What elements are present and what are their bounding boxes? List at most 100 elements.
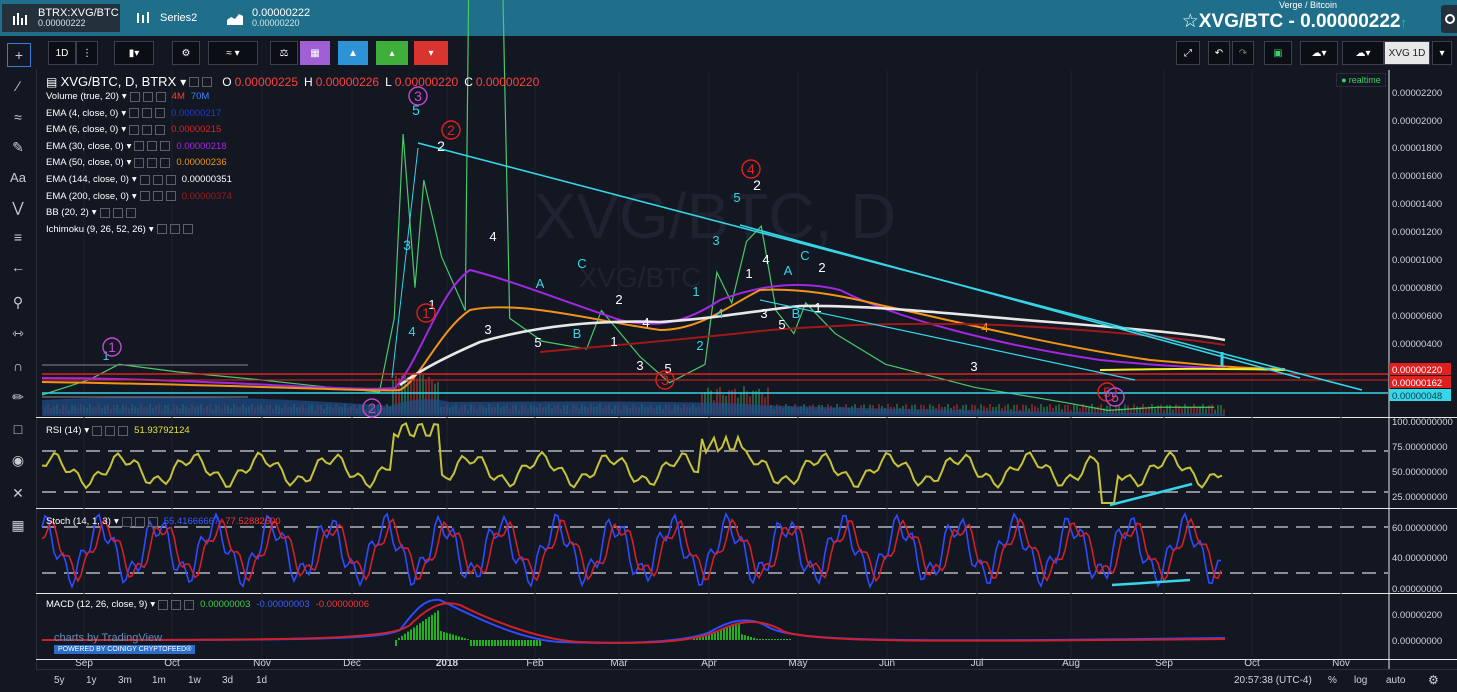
indicator-menu-icon[interactable]: ▾	[132, 174, 137, 185]
indicator-menu-icon[interactable]: ▾	[132, 191, 137, 202]
rsi-eye[interactable]	[92, 425, 103, 436]
indicator-row: EMA (6, close, 0) ▾ 0.00000215	[46, 124, 221, 135]
indicator-settings[interactable]	[112, 207, 123, 218]
auto-toggle[interactable]: auto	[1386, 675, 1405, 686]
stoch-d-value: 77.52882600	[225, 516, 281, 527]
macd-hist-bar	[482, 640, 484, 646]
collapse-icon[interactable]: ▤	[46, 75, 61, 89]
indicator-label: EMA (144, close, 0)	[46, 174, 129, 185]
indicator-close[interactable]	[165, 191, 176, 202]
indicator-menu-icon[interactable]: ▾	[127, 141, 132, 152]
indicator-close[interactable]	[182, 224, 193, 235]
macd-hist-bar	[446, 632, 448, 640]
indicator-close[interactable]	[125, 207, 136, 218]
indicator-close[interactable]	[160, 157, 171, 168]
indicator-settings[interactable]	[142, 124, 153, 135]
date-tick-label: Oct	[164, 658, 180, 669]
stoch-label: Stoch (14, 1, 3)	[46, 516, 111, 527]
indicator-settings[interactable]	[142, 108, 153, 119]
rsi-menu-icon[interactable]: ▾	[84, 425, 89, 436]
macd-hist-bar	[735, 624, 737, 640]
macd-hist-bar	[425, 619, 427, 640]
macd-hist-bar	[789, 639, 791, 640]
chart-area[interactable]: Sep Oct Nov Dec 2018 Feb Mar Apr May Jun Jul Aug Sep…	[0, 0, 1457, 691]
indicator-close[interactable]	[155, 91, 166, 102]
macd-settings[interactable]	[171, 599, 182, 610]
date-tick-label: Dec	[343, 658, 361, 669]
gear-icon[interactable]: ⚙	[1428, 673, 1439, 687]
volume-bar	[1214, 409, 1216, 414]
indicator-eye[interactable]	[129, 124, 140, 135]
percent-toggle[interactable]: %	[1328, 675, 1337, 686]
macd-eye[interactable]	[158, 599, 169, 610]
indicator-menu-icon[interactable]: ▾	[127, 157, 132, 168]
indicator-menu-icon[interactable]: ▾	[121, 124, 126, 135]
rsi-tick-label: 25.00000000	[1392, 492, 1447, 503]
macd-hist-bar	[419, 623, 421, 640]
wave-label: B	[792, 306, 801, 321]
stoch-close[interactable]	[147, 516, 158, 527]
rsi-close[interactable]	[118, 425, 129, 436]
range-button-1d[interactable]: 1d	[256, 675, 267, 686]
macd-hist-bar	[518, 640, 520, 646]
range-button-3m[interactable]: 3m	[118, 675, 132, 686]
indicator-settings[interactable]	[147, 157, 158, 168]
stoch-menu-icon[interactable]: ▾	[114, 516, 119, 527]
indicator-settings[interactable]	[152, 191, 163, 202]
indicator-value: 0.00000218	[176, 140, 227, 152]
indicator-eye[interactable]	[134, 157, 145, 168]
date-tick-label: Sep	[75, 658, 93, 669]
wave-label: 3	[970, 359, 977, 374]
macd-close[interactable]	[184, 599, 195, 610]
indicator-menu-icon[interactable]: ▾	[122, 91, 127, 102]
indicator-eye[interactable]	[129, 91, 140, 102]
indicator-close[interactable]	[155, 108, 166, 119]
stoch-eye[interactable]	[121, 516, 132, 527]
macd-hist-bar	[434, 612, 436, 640]
indicator-eye[interactable]	[99, 207, 110, 218]
indicator-settings[interactable]	[147, 141, 158, 152]
macd-hist-bar	[729, 626, 731, 640]
rsi-divergence-line	[1109, 482, 1193, 507]
macd-hist-bar	[395, 640, 397, 646]
macd-menu-icon[interactable]: ▾	[150, 599, 155, 610]
indicator-eye[interactable]	[129, 108, 140, 119]
range-button-1m[interactable]: 1m	[152, 675, 166, 686]
indicator-eye[interactable]	[139, 174, 150, 185]
indicator-close[interactable]	[160, 141, 171, 152]
indicator-eye[interactable]	[139, 191, 150, 202]
indicator-eye[interactable]	[134, 141, 145, 152]
indicator-eye[interactable]	[156, 224, 167, 235]
symbol-menu-icon[interactable]: ▾	[180, 75, 186, 89]
indicator-menu-icon[interactable]: ▾	[149, 224, 154, 235]
log-toggle[interactable]: log	[1354, 675, 1367, 686]
branding-line2: POWERED BY COINIGY CRYPTOFEED®	[54, 645, 196, 654]
settings-toggle[interactable]	[202, 76, 213, 87]
range-button-1y[interactable]: 1y	[86, 675, 97, 686]
ohlc-o-label: O	[222, 74, 232, 89]
indicator-settings[interactable]	[142, 91, 153, 102]
indicator-close[interactable]	[155, 124, 166, 135]
macd-hist-bar	[720, 629, 722, 640]
stoch-settings[interactable]	[134, 516, 145, 527]
price-tick-label: 0.00001000	[1392, 255, 1442, 266]
macd-hist-bar	[422, 621, 424, 640]
wave-label: 5	[534, 335, 541, 350]
range-button-1w[interactable]: 1w	[188, 675, 201, 686]
price-badge-label: 0.00000048	[1392, 391, 1442, 402]
wave-label: 3	[484, 322, 491, 337]
range-button-5y[interactable]: 5y	[54, 675, 65, 686]
range-button-3d[interactable]: 3d	[222, 675, 233, 686]
indicator-menu-icon[interactable]: ▾	[121, 108, 126, 119]
volume-bar	[1193, 404, 1195, 414]
rsi-settings[interactable]	[105, 425, 116, 436]
indicator-menu-icon[interactable]: ▾	[92, 207, 97, 218]
macd-hist-bar	[747, 636, 749, 640]
eye-toggle[interactable]	[189, 76, 200, 87]
macd-label: MACD (12, 26, close, 9)	[46, 599, 148, 610]
indicator-settings[interactable]	[152, 174, 163, 185]
indicator-close[interactable]	[165, 174, 176, 185]
macd-hist-bar	[786, 639, 788, 640]
indicator-settings[interactable]	[169, 224, 180, 235]
macd-hist-bar	[521, 640, 523, 646]
